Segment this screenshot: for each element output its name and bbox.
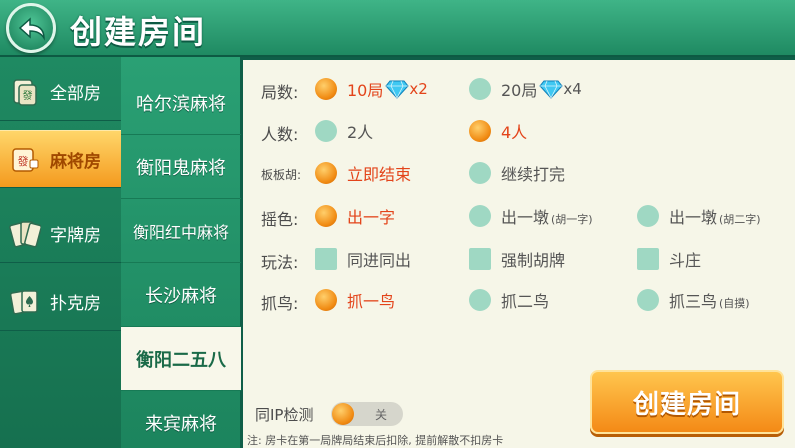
option-label: 20局	[501, 81, 538, 100]
svg-text:發: 發	[23, 89, 33, 102]
radio-button[interactable]	[637, 205, 659, 227]
game-item-changsha-mahjong[interactable]: 长沙麻将	[121, 263, 241, 327]
toggle-knob[interactable]	[332, 403, 354, 425]
option-row-rounds: 局数: 10局 x2 20局 x4	[243, 74, 795, 104]
back-button[interactable]	[6, 3, 56, 53]
option-rule-same-in-out[interactable]: 同进同出	[315, 246, 411, 272]
option-rule-dou-zhuang[interactable]: 斗庄	[637, 246, 701, 272]
category-all-rooms[interactable]: 發 全部房	[0, 63, 121, 121]
category-zipai-rooms[interactable]: 字牌房	[0, 205, 121, 263]
category-label: 全部房	[50, 84, 101, 104]
gem-multiplier: x4	[563, 80, 582, 98]
option-note: (胡二字)	[719, 212, 761, 226]
category-mahjong-rooms[interactable]: 發 麻将房	[0, 130, 121, 188]
option-row-players: 人数: 2人 4人	[243, 116, 795, 146]
option-players-2[interactable]: 2人	[315, 118, 373, 144]
option-bird-two[interactable]: 抓二鸟	[469, 287, 549, 313]
gem-multiplier: x2	[409, 80, 428, 98]
option-rounds-10[interactable]: 10局 x2	[315, 76, 428, 102]
radio-button[interactable]	[469, 120, 491, 142]
mahjong-tile-icon: 發	[8, 75, 42, 109]
row-label: 板板胡:	[261, 168, 302, 182]
diamond-icon	[385, 80, 410, 99]
radio-button[interactable]	[469, 162, 491, 184]
category-poker-rooms[interactable]: 扑克房	[0, 273, 121, 331]
game-list: 哈尔滨麻将 衡阳鬼麻将 衡阳红中麻将 长沙麻将 衡阳二五八 来宾麻将	[121, 57, 241, 448]
row-label: 摇色:	[261, 210, 299, 229]
option-label: 出一墩	[669, 208, 718, 227]
header-bar: 创建房间	[0, 0, 795, 57]
option-bird-three[interactable]: 抓三鸟 (自摸)	[637, 287, 750, 313]
checkbox[interactable]	[637, 248, 659, 270]
option-label: 出一墩	[501, 208, 550, 227]
option-row-play-rules: 玩法: 同进同出 强制胡牌 斗庄	[243, 244, 795, 274]
page-title: 创建房间	[70, 13, 207, 51]
option-label: 10局	[347, 81, 384, 100]
mahjong-tile-icon: 發	[8, 142, 42, 176]
category-sidebar: 發 全部房 發 麻将房 字牌房 扑克房	[0, 57, 121, 448]
radio-button[interactable]	[315, 205, 337, 227]
create-room-button-label: 创建房间	[632, 389, 741, 420]
option-players-4[interactable]: 4人	[469, 118, 527, 144]
option-row-banban-hu: 板板胡: 立即结束 继续打完	[243, 158, 795, 188]
ip-check-label: 同IP检测	[255, 406, 314, 424]
option-label: 继续打完	[501, 165, 566, 184]
option-label: 抓三鸟	[669, 292, 718, 311]
option-rule-force-hu[interactable]: 强制胡牌	[469, 246, 565, 272]
option-label: 斗庄	[669, 251, 702, 270]
option-dice-one-zi[interactable]: 出一字	[315, 203, 395, 229]
option-bird-one[interactable]: 抓一鸟	[315, 287, 395, 313]
back-arrow-icon	[18, 17, 45, 41]
diamond-icon	[539, 80, 564, 99]
radio-button[interactable]	[637, 289, 659, 311]
option-rounds-20[interactable]: 20局 x4	[469, 76, 582, 102]
option-dice-one-dun-b[interactable]: 出一墩 (胡二字)	[637, 203, 761, 229]
row-label: 玩法:	[261, 253, 299, 272]
option-label: 2人	[347, 123, 374, 142]
game-item-laibin-mahjong[interactable]: 来宾麻将	[121, 391, 241, 448]
checkbox[interactable]	[469, 248, 491, 270]
radio-button[interactable]	[315, 120, 337, 142]
radio-button[interactable]	[315, 289, 337, 311]
option-label: 立即结束	[347, 165, 412, 184]
checkbox[interactable]	[315, 248, 337, 270]
radio-button[interactable]	[469, 289, 491, 311]
option-note: (胡一字)	[551, 212, 593, 226]
ip-check-toggle[interactable]: 关	[331, 402, 403, 426]
game-item-hengyang-hongzhong-mahjong[interactable]: 衡阳红中麻将	[121, 199, 241, 263]
radio-button[interactable]	[469, 205, 491, 227]
option-banban-end[interactable]: 立即结束	[315, 160, 411, 186]
option-label: 4人	[501, 123, 528, 142]
option-label: 强制胡牌	[501, 251, 566, 270]
zipai-cards-icon	[8, 217, 42, 251]
toggle-state: 关	[375, 408, 388, 422]
category-label: 扑克房	[50, 294, 101, 314]
radio-button[interactable]	[315, 162, 337, 184]
category-label: 字牌房	[50, 226, 101, 246]
option-label: 同进同出	[347, 251, 412, 270]
poker-cards-icon	[8, 285, 42, 319]
room-card-note: 注: 房卡在第一局牌局结束后扣除, 提前解散不扣房卡	[247, 434, 504, 447]
option-note: (自摸)	[719, 296, 750, 310]
row-label: 人数:	[261, 125, 299, 144]
radio-button[interactable]	[315, 78, 337, 100]
radio-button[interactable]	[469, 78, 491, 100]
option-label: 出一字	[347, 208, 396, 227]
game-item-harbin-mahjong[interactable]: 哈尔滨麻将	[121, 71, 241, 135]
option-label: 抓二鸟	[501, 292, 550, 311]
game-item-hengyang-258[interactable]: 衡阳二五八	[121, 327, 241, 391]
option-dice-one-dun-a[interactable]: 出一墩 (胡一字)	[469, 203, 593, 229]
option-banban-continue[interactable]: 继续打完	[469, 160, 565, 186]
row-label: 抓鸟:	[261, 294, 299, 313]
option-row-dice: 摇色: 出一字 出一墩 (胡一字) 出一墩 (胡二字)	[243, 201, 795, 231]
game-item-hengyang-gui-mahjong[interactable]: 衡阳鬼麻将	[121, 135, 241, 199]
option-row-catch-bird: 抓鸟: 抓一鸟 抓二鸟 抓三鸟 (自摸)	[243, 285, 795, 315]
category-label: 麻将房	[50, 151, 101, 172]
create-room-button[interactable]: 创建房间	[590, 370, 784, 434]
option-label: 抓一鸟	[347, 292, 396, 311]
row-label: 局数:	[261, 83, 299, 102]
svg-text:發: 發	[18, 154, 29, 168]
